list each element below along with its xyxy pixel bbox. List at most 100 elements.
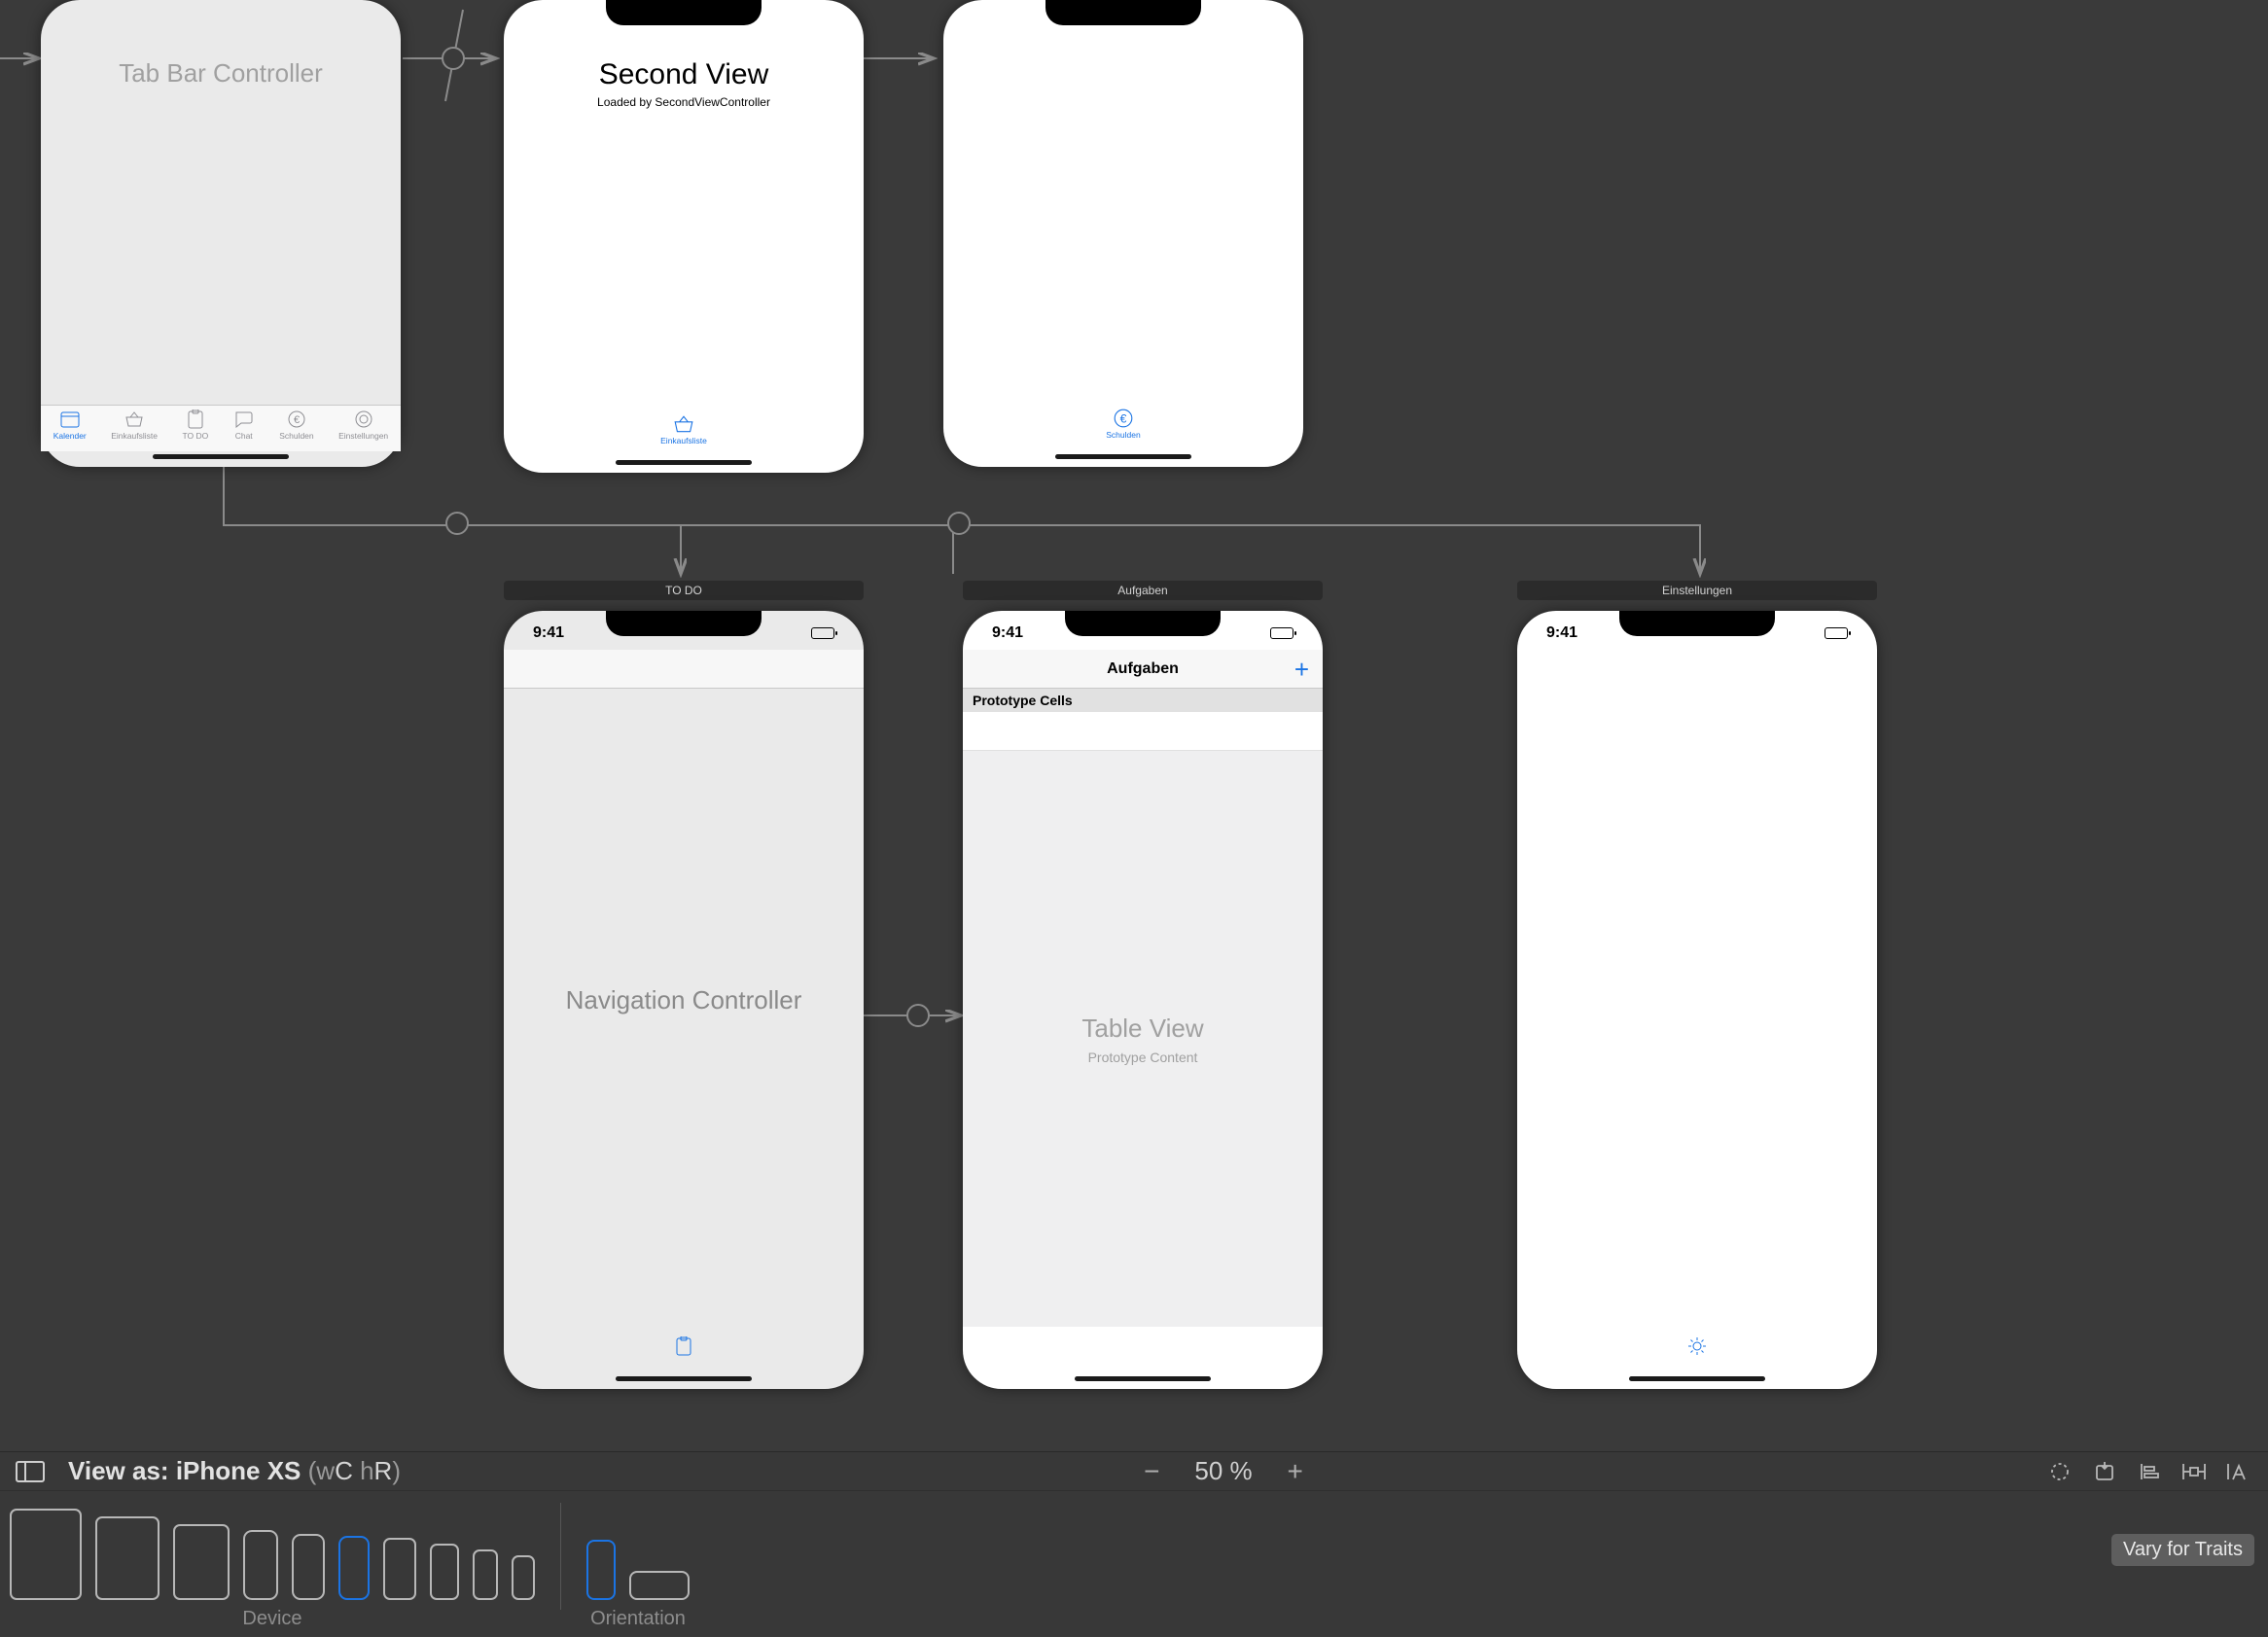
tab-todo[interactable]: TO DO [182,406,208,451]
euro-icon: € [286,409,307,429]
device-iphone-8[interactable] [430,1544,459,1600]
orientation-landscape[interactable] [629,1571,690,1600]
scene-bar-aufgaben[interactable]: Aufgaben [963,581,1323,600]
table-view-body[interactable]: Table View Prototype Content [963,751,1323,1327]
view-as-label[interactable]: View as: iPhone XS (wC hR) [68,1456,401,1486]
device-iphone-xs[interactable] [338,1536,370,1600]
scene-bar-title: Aufgaben [1117,584,1167,597]
home-indicator [1629,1376,1765,1381]
scene-aufgaben[interactable]: 9:41 Aufgaben + Prototype Cells Table Vi… [963,611,1323,1389]
tab-einstellungen[interactable]: Einstellungen [338,406,388,451]
clipboard-icon [185,409,206,429]
zoom-label: 50 % [1194,1456,1252,1486]
divider [560,1503,561,1610]
home-indicator [1075,1376,1211,1381]
storyboard-canvas[interactable]: Tab Bar Controller Kalender Einkaufslist… [0,0,2268,1636]
device-ipad[interactable] [173,1524,230,1600]
trait-w: w [316,1456,335,1485]
tab-label: Schulden [1106,430,1140,440]
notch-icon [606,0,762,25]
tab-placeholder [504,1333,864,1379]
tab-bar: Kalender Einkaufsliste TO DO Chat € Schu… [41,405,401,451]
tab-kalender[interactable]: Kalender [53,406,87,451]
navigation-bar: Aufgaben + [963,650,1323,689]
device-ipad-pro-12[interactable] [10,1509,82,1600]
prototype-cell[interactable] [963,712,1323,751]
home-indicator [1055,454,1191,459]
status-bar: 9:41 [1517,624,1877,642]
prototype-header-label: Prototype Cells [973,693,1073,708]
device-iphone-xs-max[interactable] [243,1530,278,1600]
segue-node-icon [445,512,469,535]
scene-subtitle: Loaded by SecondViewController [504,95,864,109]
resolve-constraints-icon[interactable] [2225,1460,2252,1483]
basket-icon [673,414,694,434]
view-as-device: iPhone XS [176,1456,301,1485]
status-bar: 9:41 [963,624,1323,642]
svg-text:€: € [294,414,300,426]
add-button[interactable]: + [1294,657,1309,682]
scene-second-view[interactable]: Second View Loaded by SecondViewControll… [504,0,864,473]
device-configuration-bar: View as: iPhone XS (wC hR) − 50 % + [0,1451,2268,1636]
tab-schulden[interactable]: € Schulden [279,406,313,451]
align-icon[interactable] [2136,1460,2163,1483]
table-title: Table View [1081,1014,1203,1044]
battery-icon [1270,627,1293,639]
device-iphone-xr[interactable] [292,1534,325,1600]
battery-icon [1825,627,1848,639]
zoom-in-button[interactable]: + [1282,1458,1309,1485]
status-time: 9:41 [1546,624,1577,642]
tab-bar-indicator: € Schulden [943,405,1303,451]
device-ipad-pro-11[interactable] [95,1516,159,1600]
tab-label: Einkaufsliste [111,431,158,441]
tab-label: Chat [235,431,253,441]
scene-bar-title: Einstellungen [1662,584,1732,597]
home-indicator [616,1376,752,1381]
tab-label: Einkaufsliste [660,436,707,445]
zoom-out-button[interactable]: − [1138,1458,1165,1485]
chat-icon [233,409,255,429]
segue-node-icon [906,1004,930,1027]
refresh-assistant-icon[interactable] [2046,1460,2073,1483]
tab-einkaufsliste[interactable]: Einkaufsliste [660,410,707,457]
pin-constraints-icon[interactable] [2180,1460,2208,1483]
basket-icon [124,409,145,429]
tab-label: Kalender [53,431,87,441]
device-iphone-se[interactable] [473,1549,498,1600]
notch-icon [1045,0,1201,25]
tab-einkaufsliste[interactable]: Einkaufsliste [111,406,158,451]
tab-bar-indicator: Einkaufsliste [504,410,864,457]
home-indicator [153,454,289,459]
scene-title: Tab Bar Controller [119,58,323,88]
orientation-portrait[interactable] [586,1540,616,1600]
scene-bar-einstellungen[interactable]: Einstellungen [1517,581,1877,600]
nav-title: Aufgaben [1107,660,1179,678]
scene-todo-nav-controller[interactable]: 9:41 Navigation Controller [504,611,864,1389]
device-group-label: Device [242,1608,301,1630]
trait-R: R [374,1456,393,1485]
clipboard-icon [673,1336,694,1356]
calendar-icon [59,409,81,429]
scene-tab-bar-controller[interactable]: Tab Bar Controller Kalender Einkaufslist… [41,0,401,467]
embed-in-icon[interactable] [2091,1460,2118,1483]
tab-einstellungen [1686,1333,1708,1379]
scene-einstellungen[interactable]: 9:41 [1517,611,1877,1389]
device-iphone-8-plus[interactable] [383,1538,416,1600]
device-iphone-4s[interactable] [512,1555,535,1600]
tab-schulden[interactable]: € Schulden [1106,405,1140,451]
vary-for-traits-label: Vary for Traits [2123,1539,2243,1560]
tab-chat[interactable]: Chat [233,406,255,451]
tab-label: TO DO [182,431,208,441]
tab-placeholder [1517,1333,1877,1379]
scene-title: Navigation Controller [566,985,802,1015]
trait-C: C [335,1456,360,1485]
euro-icon: € [1113,409,1134,428]
segue-node-icon [947,512,971,535]
vary-for-traits-button[interactable]: Vary for Traits [2111,1534,2254,1566]
scene-bar-todo[interactable]: TO DO [504,581,864,600]
prototype-cells-header: Prototype Cells [963,689,1323,712]
toggle-panel-icon[interactable] [16,1461,45,1482]
trait-h: h [360,1456,373,1485]
status-time: 9:41 [992,624,1023,642]
scene-schulden-view[interactable]: € Schulden [943,0,1303,467]
